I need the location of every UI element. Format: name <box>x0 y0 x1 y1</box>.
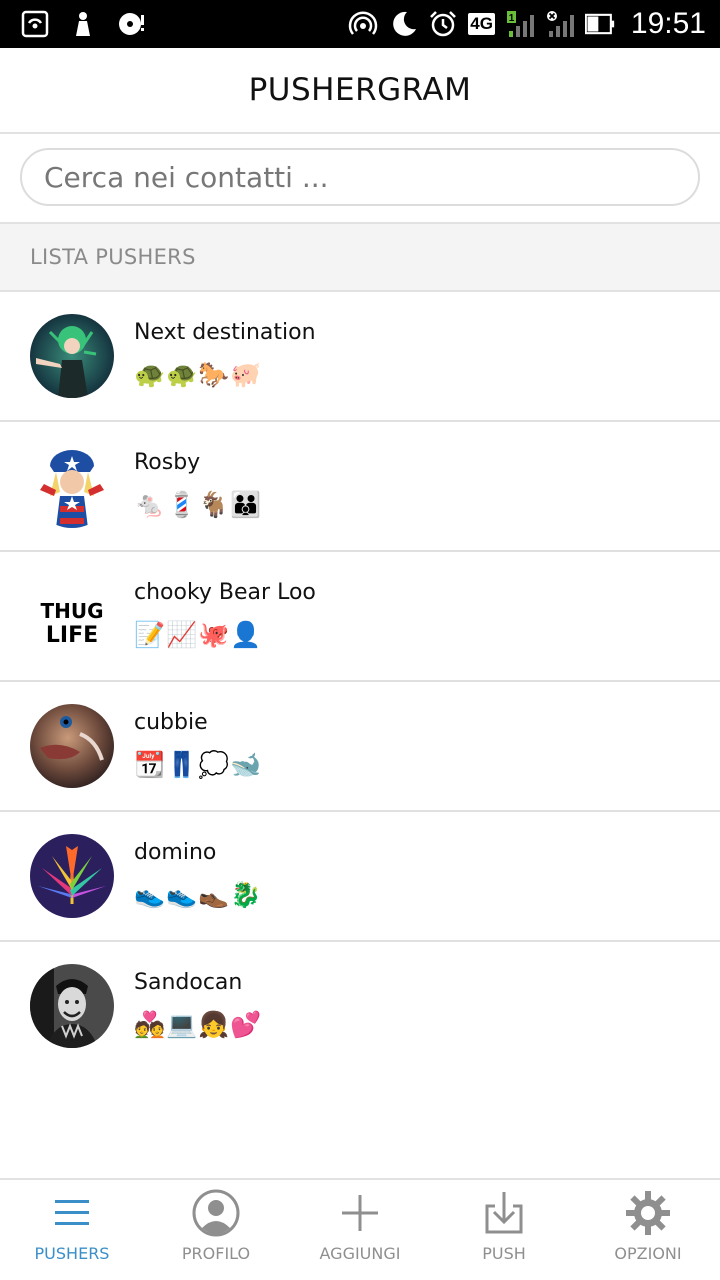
contact-list: Next destination 🐢🐢🐎🐖 Rosby 🐁💈🐐👪 THUG LI… <box>0 292 720 1072</box>
signal-icon: 1 <box>505 9 535 39</box>
avatar <box>30 704 114 788</box>
nav-item-opzioni[interactable]: OPZIONI <box>576 1180 720 1280</box>
status-time: 19:51 <box>630 7 706 40</box>
app-header: PUSHERGRAM <box>0 48 720 134</box>
contact-emojis: 🐁💈🐐👪 <box>134 490 263 519</box>
nav-label: AGGIUNGI <box>319 1244 401 1263</box>
alarm-icon <box>428 9 458 39</box>
nav-label: PUSH <box>482 1244 526 1263</box>
list-item[interactable]: Rosby 🐁💈🐐👪 <box>0 422 720 552</box>
status-left-icons <box>20 8 146 40</box>
avatar <box>30 834 114 918</box>
nav-item-pushers[interactable]: PUSHERS <box>0 1180 144 1280</box>
page-title: PUSHERGRAM <box>248 72 472 108</box>
contact-name: Next destination <box>134 320 316 345</box>
contact-emojis: 💑💻👧💕 <box>134 1010 263 1039</box>
list-item[interactable]: Next destination 🐢🐢🐎🐖 <box>0 292 720 422</box>
contact-name: cubbie <box>134 710 208 735</box>
menu-icon <box>47 1188 97 1238</box>
contact-name: chooky Bear Loo <box>134 580 316 605</box>
list-item[interactable]: cubbie 📆👖💭🐋 <box>0 682 720 812</box>
list-item[interactable]: Sandocan 💑💻👧💕 <box>0 942 720 1072</box>
list-item[interactable]: domino 👟👟👞🐉 <box>0 812 720 942</box>
notification-icon <box>68 9 98 39</box>
hotspot-icon <box>20 9 50 39</box>
avatar: THUG LIFE <box>30 574 114 658</box>
download-icon <box>479 1188 529 1238</box>
section-header: LISTA PUSHERS <box>0 222 720 292</box>
sim-number-label: 1 <box>509 13 515 24</box>
nav-label: OPZIONI <box>614 1244 682 1263</box>
list-item[interactable]: THUG LIFE chooky Bear Loo 📝📈🐙👤 <box>0 552 720 682</box>
contact-emojis: 📝📈🐙👤 <box>134 620 263 649</box>
avatar <box>30 444 114 528</box>
wifi-hotspot-icon <box>348 9 378 39</box>
avatar <box>30 314 114 398</box>
sync-icon <box>116 9 146 39</box>
status-bar: 4G 1 19:51 <box>0 0 720 48</box>
nav-item-push[interactable]: PUSH <box>432 1180 576 1280</box>
4g-icon: 4G <box>468 13 495 35</box>
status-right-icons: 4G 1 19:51 <box>348 6 706 42</box>
battery-icon <box>584 9 615 39</box>
nav-item-profilo[interactable]: PROFILO <box>144 1180 288 1280</box>
search-bar <box>0 136 720 222</box>
nav-label: PUSHERS <box>34 1244 110 1263</box>
moon-icon <box>388 9 418 39</box>
search-input[interactable] <box>20 148 700 206</box>
avatar-text-line1: THUG <box>40 599 103 623</box>
nav-item-aggiungi[interactable]: AGGIUNGI <box>288 1180 432 1280</box>
contact-emojis: 👟👟👞🐉 <box>134 880 263 909</box>
profile-icon <box>191 1188 241 1238</box>
contact-name: domino <box>134 840 217 865</box>
contact-name: Sandocan <box>134 970 243 995</box>
section-title: LISTA PUSHERS <box>30 245 196 269</box>
bottom-navigation: PUSHERS PROFILO AGGIUNGI PUSH OPZIONI <box>0 1178 720 1280</box>
contact-emojis: 🐢🐢🐎🐖 <box>134 360 263 389</box>
add-icon <box>335 1188 385 1238</box>
nav-label: PROFILO <box>181 1244 251 1263</box>
contact-emojis: 📆👖💭🐋 <box>134 750 263 779</box>
gear-icon <box>623 1188 673 1238</box>
contact-name: Rosby <box>134 450 201 475</box>
signal-off-icon <box>545 9 575 39</box>
avatar-text-line2: LIFE <box>46 623 98 648</box>
avatar <box>30 964 114 1048</box>
